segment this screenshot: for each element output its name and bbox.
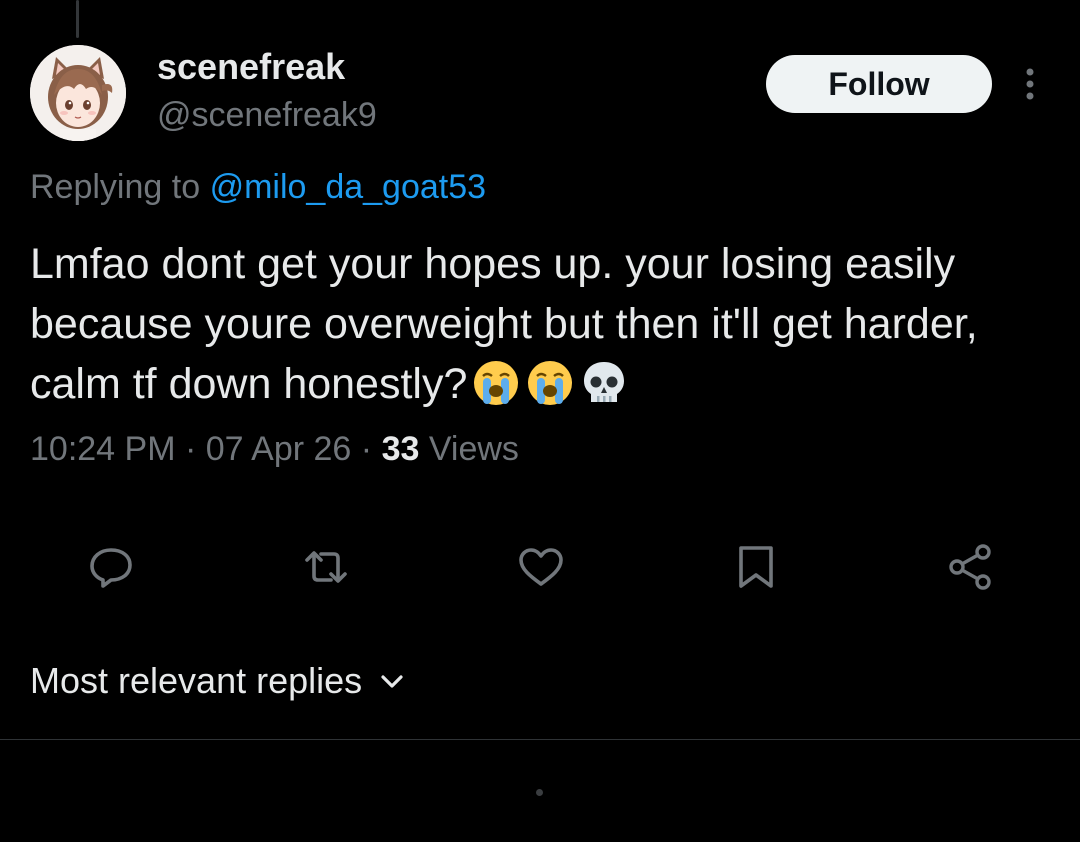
more-options-icon[interactable]: [1014, 64, 1046, 104]
loading-indicator: [536, 789, 543, 796]
meta-separator: ·: [184, 430, 197, 468]
replies-sort-dropdown[interactable]: Most relevant replies: [30, 660, 406, 702]
replying-mention-link[interactable]: @milo_da_goat53: [210, 168, 486, 206]
like-icon: [519, 548, 563, 586]
reply-button[interactable]: [86, 542, 136, 592]
views-label: Views: [428, 430, 519, 468]
retweet-button[interactable]: [301, 542, 351, 592]
skull-emoji-icon: [584, 362, 625, 402]
section-divider: [0, 739, 1080, 740]
bookmark-button[interactable]: [731, 542, 781, 592]
thread-connector-line: [76, 0, 79, 38]
tweet-time[interactable]: 10:24 PM: [30, 430, 176, 468]
avatar[interactable]: [30, 45, 126, 141]
avatar-illustration: [30, 45, 126, 141]
reply-icon: [90, 548, 132, 588]
bookmark-icon: [739, 546, 773, 588]
replies-sort-label: Most relevant replies: [30, 660, 363, 701]
retweet-icon: [305, 551, 347, 583]
share-button[interactable]: [946, 542, 996, 592]
loudly-crying-face-emoji-icon: [528, 361, 573, 405]
replying-prefix: Replying to: [30, 168, 201, 206]
tweet-date[interactable]: 07 Apr 26: [206, 430, 352, 468]
replying-to-line: Replying to @milo_da_goat53: [30, 168, 486, 207]
follow-button[interactable]: Follow: [766, 55, 992, 113]
views-count: 33: [381, 430, 420, 468]
author-name[interactable]: scenefreak: [157, 46, 345, 88]
author-handle[interactable]: @scenefreak9: [157, 96, 377, 135]
like-button[interactable]: [516, 542, 566, 592]
share-icon: [949, 544, 991, 590]
tweet-metadata: 10:24 PM · 07 Apr 26 · 33 Views: [30, 430, 519, 469]
chevron-down-icon: [381, 675, 403, 688]
loudly-crying-face-emoji-icon: [474, 361, 519, 405]
tweet-body: Lmfao dont get your hopes up. your losin…: [30, 234, 1060, 414]
meta-separator: ·: [360, 430, 373, 468]
